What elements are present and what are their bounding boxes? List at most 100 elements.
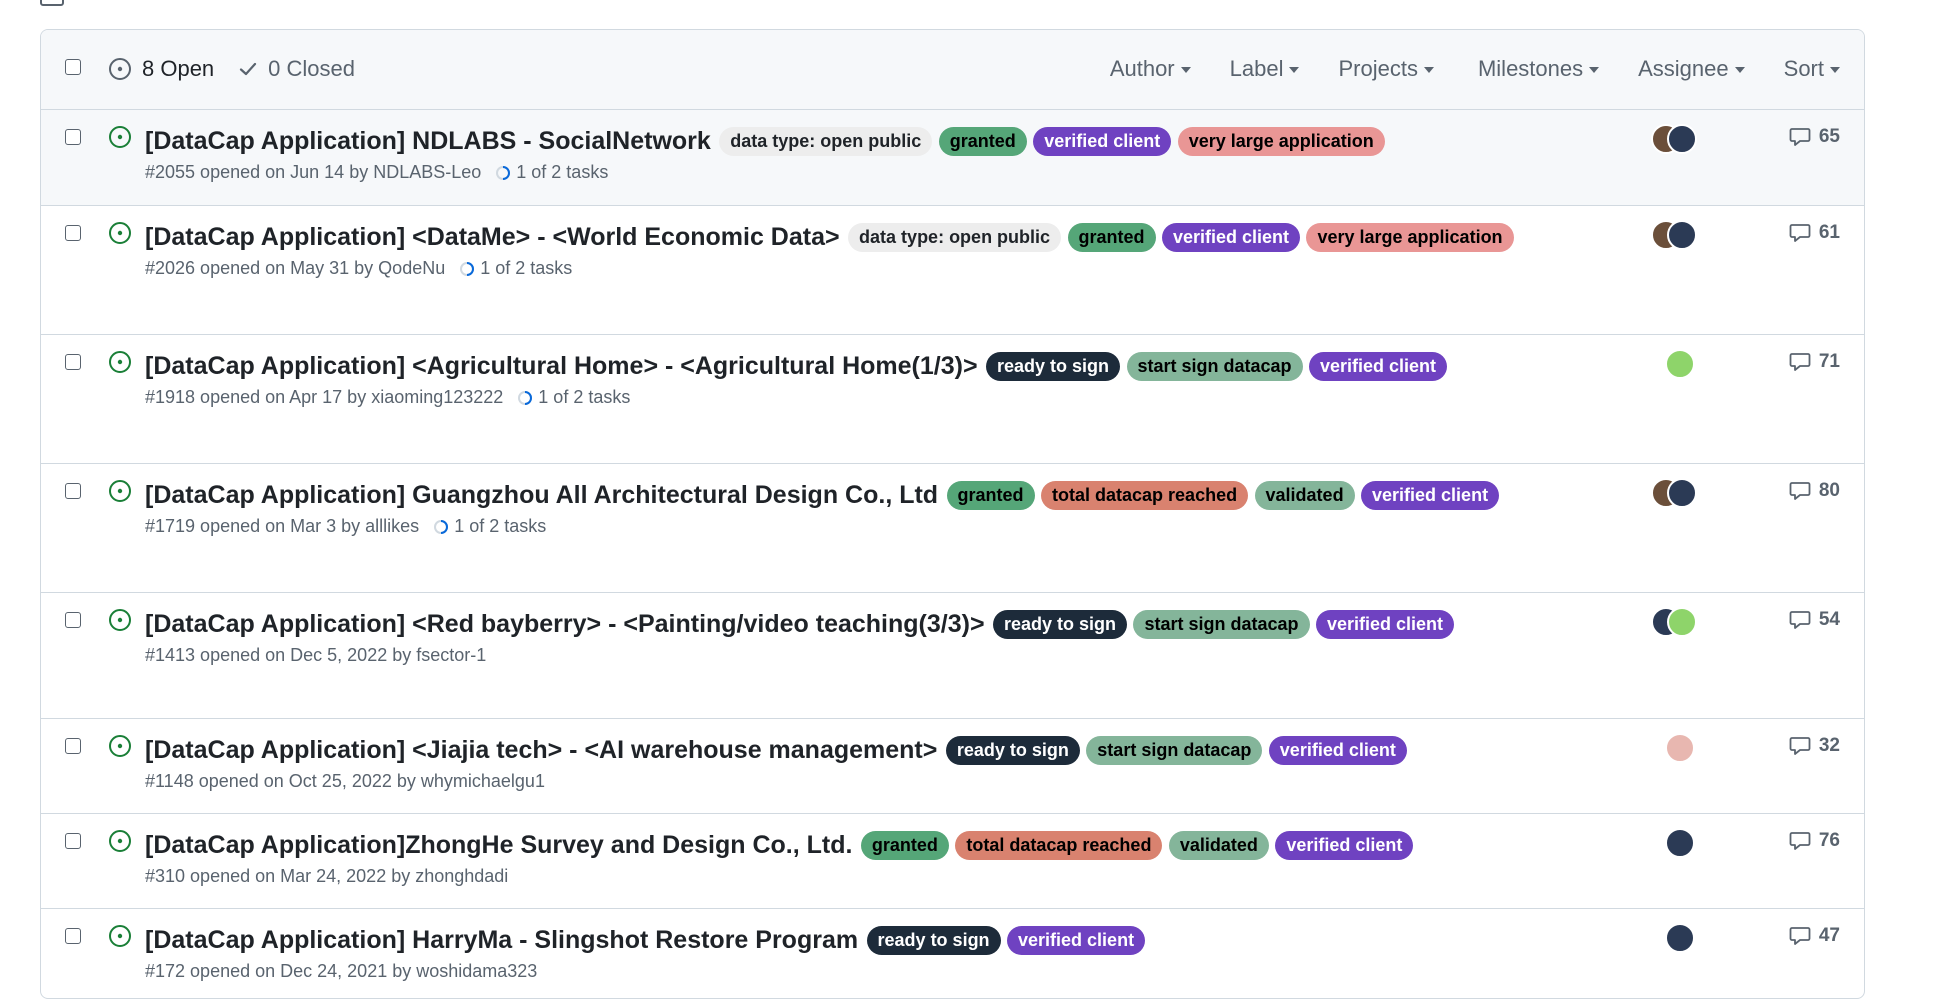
issue-row[interactable]: [DataCap Application] <Agricultural Home…	[41, 335, 1864, 464]
closed-issues-tab[interactable]: 0 Closed	[238, 56, 355, 82]
issue-label[interactable]: validated	[1168, 830, 1269, 860]
issue-row[interactable]: [DataCap Application] Guangzhou All Arch…	[41, 464, 1864, 593]
avatar	[1665, 828, 1695, 858]
issue-meta-text: #1918 opened on Apr 17 by xiaoming123222	[145, 387, 504, 408]
issue-title-link[interactable]: [DataCap Application] <Agricultural Home…	[145, 352, 978, 380]
issue-checkbox[interactable]	[65, 129, 81, 150]
assignee-avatars[interactable]	[1651, 220, 1697, 250]
comment-count-link[interactable]: 47	[1789, 925, 1840, 947]
task-progress-icon	[460, 261, 475, 276]
filter-sort[interactable]: Sort	[1784, 56, 1840, 82]
issue-title-link[interactable]: [DataCap Application] <Jiajia tech> - <A…	[145, 736, 937, 764]
issue-label[interactable]: data type: open public	[719, 126, 933, 156]
issue-row[interactable]: [DataCap Application] NDLABS - SocialNet…	[41, 110, 1864, 206]
issue-label[interactable]: very large application	[1177, 126, 1385, 156]
issue-content: [DataCap Application] <DataMe> - <World …	[145, 220, 1604, 279]
comment-count-link[interactable]: 54	[1789, 609, 1840, 631]
filter-projects[interactable]: Projects	[1338, 56, 1434, 82]
comment-count: 71	[1818, 351, 1840, 372]
issue-label[interactable]: ready to sign	[986, 351, 1121, 381]
issue-title-line: [DataCap Application] Guangzhou All Arch…	[145, 478, 1604, 512]
open-issues-tab[interactable]: 8 Open	[108, 56, 214, 82]
issue-title-link[interactable]: [DataCap Application] <Red bayberry> - <…	[145, 610, 985, 638]
comment-count-link[interactable]: 32	[1789, 735, 1840, 757]
issue-label[interactable]: verified client	[1309, 351, 1448, 381]
assignee-avatars[interactable]	[1651, 478, 1697, 508]
filter-assignee[interactable]: Assignee	[1638, 56, 1745, 82]
issue-content: [DataCap Application] <Jiajia tech> - <A…	[145, 733, 1604, 792]
issue-label[interactable]: verified client	[1161, 222, 1301, 252]
issue-title-link[interactable]: [DataCap Application] Guangzhou All Arch…	[145, 481, 938, 509]
comment-count: 76	[1818, 830, 1840, 851]
filter-author[interactable]: Author	[1110, 56, 1191, 82]
issue-label[interactable]: total datacap reached	[955, 830, 1163, 860]
issue-label[interactable]: granted	[946, 480, 1035, 510]
issue-label[interactable]: granted	[938, 126, 1027, 156]
issue-label[interactable]: verified client	[1361, 480, 1500, 510]
issue-label[interactable]: granted	[1067, 222, 1156, 252]
issue-label[interactable]: verified client	[1275, 830, 1414, 860]
issue-title-link[interactable]: [DataCap Application] NDLABS - SocialNet…	[145, 127, 711, 155]
issue-label[interactable]: ready to sign	[993, 609, 1128, 639]
filter-milestones[interactable]: Milestones	[1478, 56, 1600, 82]
issue-title-link[interactable]: [DataCap Application] <DataMe> - <World …	[145, 223, 840, 251]
issue-open-icon	[109, 480, 131, 502]
issue-label[interactable]: granted	[860, 830, 949, 860]
assignee-avatars[interactable]	[1665, 923, 1695, 953]
comment-count: 61	[1818, 222, 1840, 243]
assignee-avatars[interactable]	[1665, 733, 1695, 763]
issue-label[interactable]: ready to sign	[866, 925, 1001, 955]
issue-meta: #2026 opened on May 31 by QodeNu 1 of 2 t…	[145, 258, 1604, 279]
comment-count-link[interactable]: 71	[1789, 351, 1840, 373]
task-progress-text: 1 of 2 tasks	[480, 258, 573, 279]
issue-row[interactable]: [DataCap Application]ZhongHe Survey and …	[41, 814, 1864, 909]
avatar	[1667, 478, 1697, 508]
issue-checkbox[interactable]	[65, 738, 81, 759]
issue-open-icon	[109, 735, 131, 757]
issue-checkbox[interactable]	[65, 225, 81, 246]
issue-content: [DataCap Application] <Red bayberry> - <…	[145, 607, 1604, 666]
issue-row[interactable]: [DataCap Application] <Red bayberry> - <…	[41, 593, 1864, 719]
filter-label: Label	[1229, 56, 1284, 81]
issue-row[interactable]: [DataCap Application] <DataMe> - <World …	[41, 206, 1864, 335]
assignee-avatars[interactable]	[1651, 607, 1697, 637]
assignee-avatars[interactable]	[1651, 124, 1697, 154]
issue-checkbox[interactable]	[65, 612, 81, 633]
comment-count-link[interactable]: 80	[1789, 480, 1840, 502]
issue-title-link[interactable]: [DataCap Application] HarryMa - Slingsho…	[145, 926, 858, 954]
issue-label[interactable]: verified client	[1315, 609, 1455, 639]
issue-label[interactable]: start sign datacap	[1126, 351, 1303, 381]
filter-label[interactable]: Label	[1230, 56, 1300, 82]
issue-content: [DataCap Application] Guangzhou All Arch…	[145, 478, 1604, 537]
assignee-avatars[interactable]	[1665, 828, 1695, 858]
issue-label[interactable]: verified client	[1268, 735, 1407, 765]
issue-label[interactable]: very large application	[1306, 222, 1514, 252]
issue-row[interactable]: [DataCap Application] HarryMa - Slingsho…	[41, 909, 1864, 998]
issue-checkbox[interactable]	[65, 928, 81, 949]
issue-label[interactable]: verified client	[1033, 126, 1172, 156]
issue-label[interactable]: start sign datacap	[1086, 735, 1263, 765]
avatar	[1667, 124, 1697, 154]
assignee-avatars[interactable]	[1665, 349, 1695, 379]
issues-list-header: 8 Open 0 Closed Author Label Projects Miles…	[41, 30, 1864, 110]
issue-label[interactable]: data type: open public	[848, 222, 1062, 252]
issue-label[interactable]: verified client	[1007, 925, 1146, 955]
issue-checkbox[interactable]	[65, 354, 81, 375]
caret-down-icon	[1734, 67, 1745, 73]
issue-checkbox[interactable]	[65, 483, 81, 504]
issue-label[interactable]: validated	[1254, 480, 1355, 510]
comment-count-link[interactable]: 65	[1789, 126, 1840, 148]
issue-title-link[interactable]: [DataCap Application]ZhongHe Survey and …	[145, 831, 852, 859]
issue-label[interactable]: ready to sign	[945, 735, 1080, 765]
issue-checkbox[interactable]	[65, 833, 81, 854]
issue-label[interactable]: start sign datacap	[1133, 609, 1310, 639]
task-progress: 1 of 2 tasks	[433, 516, 546, 537]
issue-row[interactable]: [DataCap Application] <Jiajia tech> - <A…	[41, 719, 1864, 814]
comment-icon	[1789, 224, 1811, 242]
issue-title-line: [DataCap Application] NDLABS - SocialNet…	[145, 124, 1604, 158]
comment-count-link[interactable]: 61	[1789, 222, 1840, 244]
comment-count-link[interactable]: 76	[1789, 830, 1840, 852]
issue-label[interactable]: total datacap reached	[1041, 480, 1249, 510]
issue-open-icon	[109, 830, 131, 852]
select-all-checkbox[interactable]	[65, 59, 81, 80]
